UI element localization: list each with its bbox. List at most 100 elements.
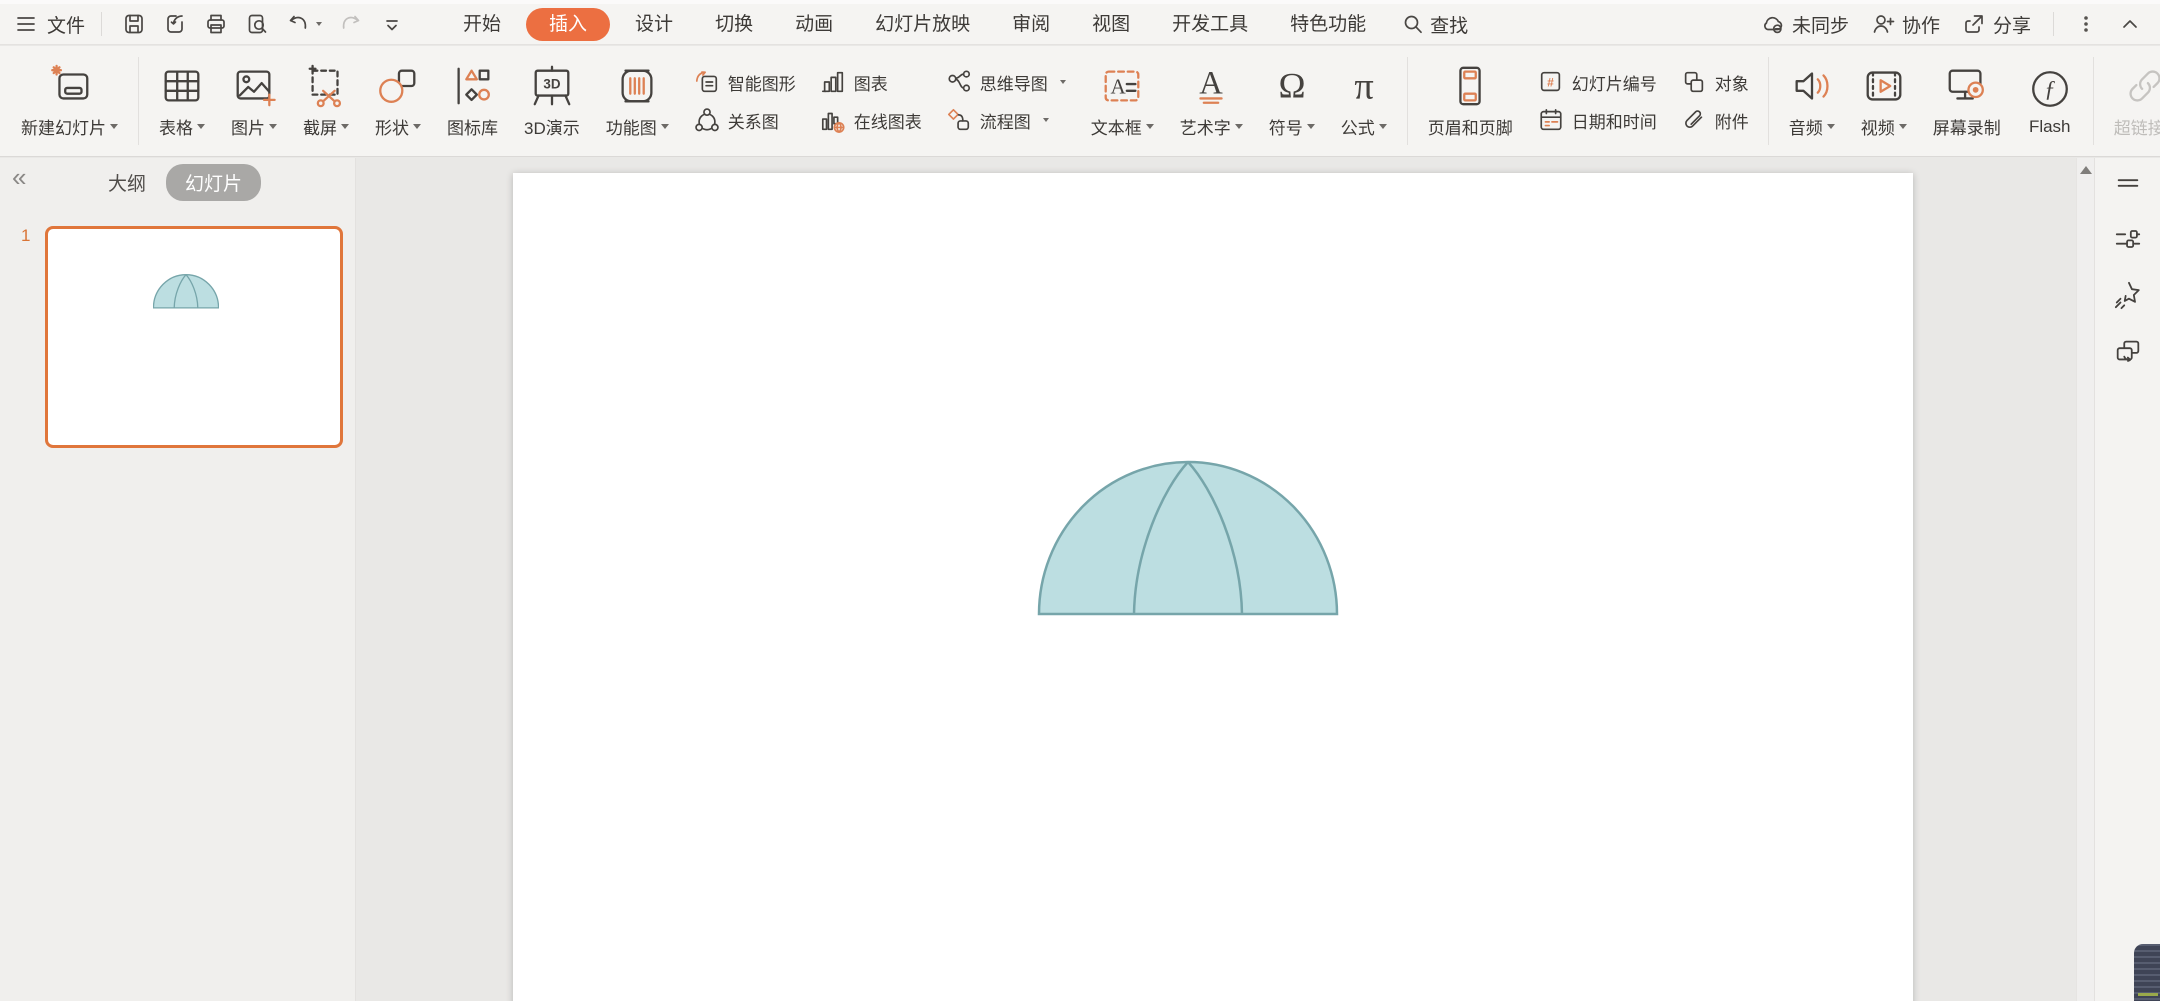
- screenshot-button[interactable]: 截屏: [290, 46, 362, 156]
- menu-bar-right: 未同步 协作 分享: [1761, 11, 2160, 38]
- attachment-icon: [1681, 107, 1707, 133]
- quick-access-more-icon: [380, 12, 404, 36]
- more-vertical-icon[interactable]: [2076, 12, 2096, 36]
- sync-status[interactable]: 未同步: [1761, 11, 1849, 38]
- 3d-presentation-icon: 3D: [529, 63, 575, 109]
- tab-special-features[interactable]: 特色功能: [1273, 4, 1383, 45]
- 3d-presentation-button[interactable]: 3D 3D演示: [511, 46, 593, 156]
- dropdown-arrow-icon: [1235, 124, 1243, 129]
- print-icon: [204, 12, 228, 36]
- tab-slides[interactable]: 幻灯片: [166, 164, 261, 201]
- dome-shape-thumbnail: [153, 274, 219, 309]
- dropdown-arrow-icon: [110, 124, 118, 129]
- print-button[interactable]: [204, 12, 228, 36]
- canvas-scrollbar[interactable]: [2076, 158, 2094, 1001]
- relation-diagram-label: 关系图: [728, 108, 779, 133]
- file-menu[interactable]: 文件: [0, 11, 101, 38]
- dropdown-arrow-icon: [269, 124, 277, 129]
- screen-record-label: 屏幕录制: [1933, 114, 2001, 139]
- date-time-button[interactable]: 日期和时间: [1538, 107, 1657, 133]
- tab-outline[interactable]: 大纲: [94, 164, 160, 201]
- relation-diagram-button[interactable]: 关系图: [694, 107, 796, 133]
- tab-home[interactable]: 开始: [446, 4, 518, 45]
- slide-thumbnail-1[interactable]: [45, 226, 343, 448]
- mind-map-button[interactable]: 思维导图: [946, 69, 1066, 95]
- collaborate-button[interactable]: 协作: [1871, 11, 1940, 38]
- symbol-button[interactable]: Ω 符号: [1256, 46, 1328, 156]
- date-time-icon: [1538, 107, 1564, 133]
- icon-library-button[interactable]: 图标库: [434, 46, 511, 156]
- undo-button[interactable]: [286, 12, 322, 36]
- function-diagram-button[interactable]: 功能图: [593, 46, 682, 156]
- header-footer-button[interactable]: 页眉和页脚: [1415, 46, 1526, 156]
- dropdown-arrow-icon: [1899, 124, 1907, 129]
- new-slide-icon: [47, 63, 93, 109]
- mind-map-label: 思维导图: [980, 70, 1048, 95]
- ribbon-group-divider: [2093, 57, 2094, 145]
- screen-record-button[interactable]: 屏幕录制: [1920, 46, 2014, 156]
- online-chart-button[interactable]: 在线图表: [820, 107, 922, 133]
- share-button[interactable]: 分享: [1962, 11, 2031, 38]
- word-art-label: 艺术字: [1180, 114, 1231, 139]
- tab-insert[interactable]: 插入: [526, 8, 610, 41]
- chart-button[interactable]: 图表: [820, 69, 922, 95]
- print-preview-button[interactable]: [245, 12, 269, 36]
- smart-graphics-button[interactable]: 智能图形: [694, 69, 796, 95]
- formula-button[interactable]: π 公式: [1328, 46, 1400, 156]
- collapse-sidebar-icon[interactable]: «: [12, 164, 26, 190]
- tab-view[interactable]: 视图: [1075, 4, 1147, 45]
- smart-graphics-label: 智能图形: [728, 70, 796, 95]
- hyperlink-label: 超链接: [2114, 114, 2160, 139]
- flash-button[interactable]: ƒ Flash: [2014, 46, 2086, 156]
- flash-icon: ƒ: [2027, 66, 2073, 112]
- mind-map-icon: [946, 69, 972, 95]
- object-button[interactable]: 对象: [1681, 69, 1749, 95]
- tab-dev-tools[interactable]: 开发工具: [1155, 4, 1265, 45]
- find-button[interactable]: 查找: [1401, 11, 1468, 38]
- relation-diagram-icon: [694, 107, 720, 133]
- slide-thumbnail-wrap: 1: [45, 226, 343, 448]
- export-button[interactable]: [163, 12, 187, 36]
- audio-button[interactable]: 音频: [1776, 46, 1848, 156]
- word-art-icon: A: [1188, 63, 1234, 109]
- picture-label: 图片: [231, 114, 265, 139]
- tab-transition[interactable]: 切换: [698, 4, 770, 45]
- tab-animation[interactable]: 动画: [778, 4, 850, 45]
- save-button[interactable]: [122, 12, 146, 36]
- ribbon-tabs: 开始 插入 设计 切换 动画 幻灯片放映 审阅 视图 开发工具 特色功能: [446, 4, 1383, 45]
- word-art-button[interactable]: A 艺术字: [1167, 46, 1256, 156]
- object-properties-icon[interactable]: [2113, 224, 2143, 254]
- collapse-ribbon-icon[interactable]: [2118, 12, 2142, 36]
- video-button[interactable]: 视频: [1848, 46, 1920, 156]
- customize-quick-access-button[interactable]: [380, 12, 404, 36]
- new-slide-label: 新建幻灯片: [21, 114, 106, 139]
- flowchart-label: 流程图: [980, 108, 1031, 133]
- flowchart-button[interactable]: 流程图: [946, 107, 1066, 133]
- diagram-stack-3: 思维导图 流程图: [934, 69, 1078, 133]
- slide-number-button[interactable]: # 幻灯片编号: [1538, 69, 1657, 95]
- picture-button[interactable]: 图片: [218, 46, 290, 156]
- share-icon: [1962, 12, 1986, 36]
- dropdown-arrow-icon: [413, 124, 421, 129]
- text-box-button[interactable]: A 文本框: [1078, 46, 1167, 156]
- scroll-up-icon[interactable]: [2080, 166, 2092, 174]
- table-button[interactable]: 表格: [146, 46, 218, 156]
- undo-icon: [286, 12, 310, 36]
- redo-button[interactable]: [339, 12, 363, 36]
- slide-switch-icon[interactable]: [2113, 336, 2143, 366]
- ribbon-group-divider: [1407, 57, 1408, 145]
- tab-slideshow[interactable]: 幻灯片放映: [858, 4, 987, 45]
- tab-review[interactable]: 审阅: [995, 4, 1067, 45]
- new-slide-button[interactable]: 新建幻灯片: [8, 46, 131, 156]
- dropdown-arrow-icon: [197, 124, 205, 129]
- tab-design[interactable]: 设计: [618, 4, 690, 45]
- header-footer-icon: [1447, 63, 1493, 109]
- attachment-button[interactable]: 附件: [1681, 107, 1749, 133]
- svg-text:3D: 3D: [543, 76, 560, 91]
- panel-drag-handle[interactable]: [2113, 168, 2143, 198]
- slide-canvas[interactable]: [513, 173, 1913, 1001]
- animation-star-icon[interactable]: [2113, 280, 2143, 310]
- export-pdf-icon: [163, 12, 187, 36]
- dome-shape[interactable]: [1037, 459, 1339, 617]
- shapes-button[interactable]: 形状: [362, 46, 434, 156]
